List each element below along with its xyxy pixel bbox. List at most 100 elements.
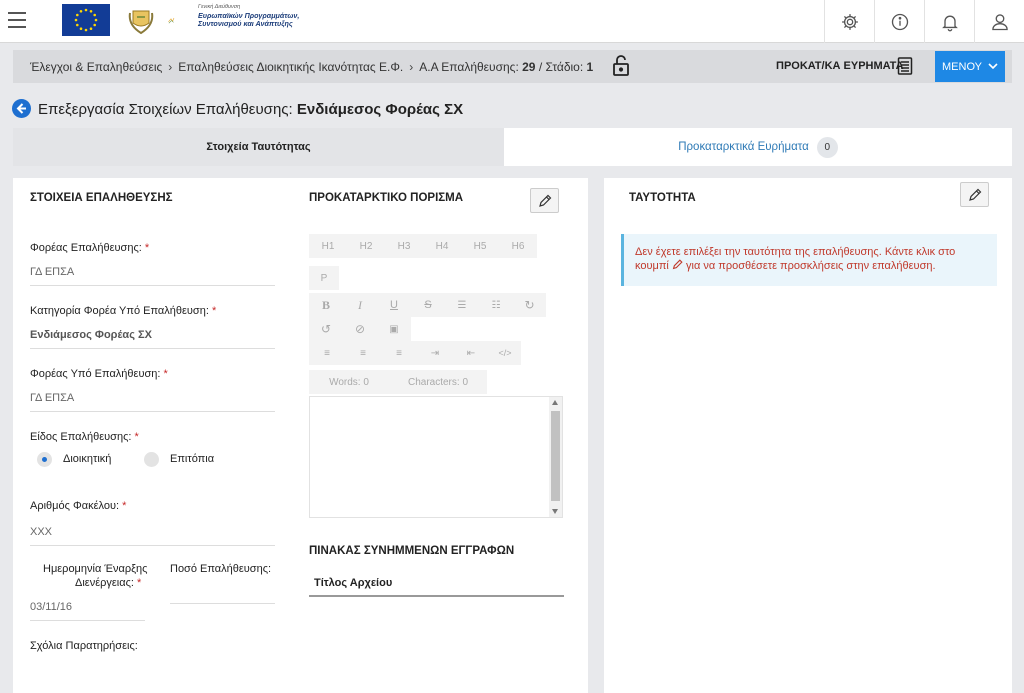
menu-button[interactable]: ΜΕΝΟΥ — [935, 51, 1005, 82]
scroll-up-icon[interactable] — [552, 400, 558, 405]
radio-label-administrative: Διοικητική — [63, 453, 112, 465]
toolbar-h5[interactable]: H5 — [461, 241, 499, 252]
toolbar-counts-row: Words: 0 Characters: 0 — [309, 370, 487, 394]
italic-icon[interactable]: I — [343, 298, 377, 313]
alert-text-end: για να προσθέσετε προσκλήσεις στην επαλή… — [682, 260, 936, 272]
code-view-icon[interactable]: </> — [489, 348, 521, 358]
redo-icon[interactable]: ↻ — [513, 298, 546, 312]
carrier-field[interactable]: ΓΔ ΕΠΣΑ — [30, 266, 275, 286]
underline-icon[interactable]: U — [377, 299, 411, 311]
required-mark: * — [144, 242, 150, 254]
subject-field[interactable]: ΓΔ ΕΠΣΑ — [30, 392, 275, 412]
toolbar-h3[interactable]: H3 — [385, 241, 423, 252]
gd-logo-mark — [168, 17, 175, 24]
numbered-list-icon[interactable]: ☷ — [479, 300, 513, 311]
scroll-down-icon[interactable] — [552, 509, 558, 514]
lock-icon[interactable] — [611, 53, 631, 77]
label-text: Είδος Επαλήθευσης: — [30, 431, 132, 443]
menu-icon[interactable] — [8, 12, 26, 28]
page-title-entity: Ενδιάμεσος Φορέας ΣΧ — [296, 101, 464, 118]
toolbar-h2[interactable]: H2 — [347, 241, 385, 252]
stage-number: 1 — [586, 60, 594, 74]
user-icon[interactable] — [974, 0, 1024, 43]
character-count: Characters: 0 — [407, 376, 469, 388]
tab-label: Προκαταρκτικά Ευρήματα — [678, 141, 809, 153]
start-date-field[interactable]: 03/11/16 — [30, 601, 145, 621]
required-mark: * — [211, 305, 217, 317]
label-text: Φορέας Επαλήθευσης: — [30, 242, 142, 254]
chevron-right-icon: › — [409, 60, 414, 74]
info-icon[interactable] — [874, 0, 924, 43]
tab-identity-details[interactable]: Στοιχεία Ταυτότητας — [13, 128, 504, 166]
breadcrumb-item-checks[interactable]: Έλεγχοι & Επαληθεύσεις — [30, 60, 162, 74]
word-count: Words: 0 — [329, 376, 369, 388]
menu-button-label: ΜΕΝΟΥ — [942, 60, 982, 73]
field-label-file-number: Αριθμός Φακέλου: * — [30, 500, 126, 512]
field-label-start-date-1: Ημερομηνία Έναρξης — [43, 563, 148, 575]
chevron-down-icon — [988, 63, 998, 70]
align-left-icon[interactable]: ≡ — [309, 348, 345, 359]
radio-on-site[interactable] — [144, 452, 159, 467]
label-text: Φορέας Υπό Επαλήθευση: — [30, 368, 161, 380]
amount-field[interactable] — [170, 584, 275, 604]
clear-format-icon[interactable]: ⊘ — [343, 322, 377, 336]
outdent-icon[interactable]: ⇤ — [453, 348, 489, 359]
bell-icon[interactable] — [924, 0, 974, 43]
toolbar-headings-row: H1 H2 H3 H4 H5 H6 — [309, 234, 537, 258]
toolbar-h6[interactable]: H6 — [499, 241, 537, 252]
label-text: Κατηγορία Φορέα Υπό Επαλήθευση: — [30, 305, 209, 317]
breadcrumb-item-verifications[interactable]: Επαληθεύσεις Διοικητικής Ικανότητας Ε.Φ. — [178, 60, 403, 74]
page-title: Επεξεργασία Στοιχείων Επαλήθευσης: Ενδιά… — [38, 101, 463, 118]
file-number-field[interactable]: XXX — [30, 526, 275, 546]
conclusion-editor[interactable] — [309, 396, 563, 518]
field-value: XXX — [30, 526, 53, 538]
conclusion-title: ΠΡΟΚΑΤΑΡΚΤΙΚΟ ΠΟΡΙΣΜΑ — [309, 192, 464, 204]
toolbar-h1[interactable]: H1 — [309, 241, 347, 252]
indent-icon[interactable]: ⇥ — [417, 348, 453, 359]
column-header-file-title[interactable]: Τίτλος Αρχείου — [314, 577, 392, 589]
pencil-icon — [968, 188, 981, 201]
toolbar-h4[interactable]: H4 — [423, 241, 461, 252]
editor-scrollbar[interactable] — [549, 397, 562, 517]
tab-preliminary-findings[interactable]: Προκαταρκτικά Ευρήματα 0 — [504, 128, 1012, 166]
field-label-comments: Σχόλια Παρατηρήσεις: — [30, 640, 138, 652]
radio-administrative[interactable] — [37, 452, 52, 467]
field-value: Ενδιάμεσος Φορέας ΣΧ — [30, 329, 152, 341]
attachments-table-header: Τίτλος Αρχείου — [309, 570, 564, 597]
scroll-thumb[interactable] — [551, 411, 560, 501]
verification-id-label: Α.Α Επαλήθευσης: — [419, 60, 523, 74]
image-icon[interactable]: ▣ — [377, 324, 411, 335]
settings-icon[interactable] — [824, 0, 874, 43]
attachments-title: ΠΙΝΑΚΑΣ ΣΥΝΗΜΜΕΝΩΝ ΕΓΓΡΑΦΩΝ — [309, 545, 515, 557]
field-label-type: Είδος Επαλήθευσης: * — [30, 431, 139, 443]
stage-label: / Στάδιο: — [535, 60, 587, 74]
field-label-category: Κατηγορία Φορέα Υπό Επαλήθευση: * — [30, 305, 216, 317]
undo-icon[interactable]: ↺ — [309, 322, 343, 336]
align-right-icon[interactable]: ≡ — [381, 348, 417, 359]
category-field[interactable]: Ενδιάμεσος Φορέας ΣΧ — [30, 329, 275, 349]
edit-identity-button[interactable] — [960, 182, 989, 207]
verification-id: 29 — [522, 60, 536, 74]
field-value: ΓΔ ΕΠΣΑ — [30, 392, 75, 404]
required-mark: * — [136, 577, 142, 589]
align-center-icon[interactable]: ≡ — [345, 348, 381, 359]
toolbar-paragraph[interactable]: P — [309, 273, 339, 284]
bullet-list-icon[interactable]: ☰ — [445, 300, 479, 311]
identity-alert: Δεν έχετε επιλέξει την ταυτότητα της επα… — [621, 234, 997, 286]
toolbar-misc-row: ↺ ⊘ ▣ — [309, 317, 411, 341]
field-label-start-date-2: Διενέργειας: * — [75, 577, 141, 589]
preliminary-findings-link[interactable]: ΠΡΟΚΑΤ/ΚΑ ΕΥΡΗΜΑΤΑ — [776, 60, 904, 72]
toolbar-align-row: ≡ ≡ ≡ ⇥ ⇤ </> — [309, 341, 521, 365]
edit-conclusion-button[interactable] — [530, 188, 559, 213]
field-label-subject: Φορέας Υπό Επαλήθευση: * — [30, 368, 168, 380]
document-list-icon[interactable] — [897, 57, 913, 75]
strikethrough-icon[interactable]: S — [411, 299, 445, 311]
required-mark: * — [134, 431, 139, 443]
bold-icon[interactable]: B — [309, 298, 343, 313]
back-arrow-icon[interactable] — [12, 99, 31, 118]
field-label-carrier: Φορέας Επαλήθευσης: * — [30, 242, 149, 254]
required-mark: * — [163, 368, 168, 380]
radio-label-on-site: Επιτόπια — [170, 453, 215, 465]
tab-label: Στοιχεία Ταυτότητας — [206, 141, 311, 153]
field-value: ΓΔ ΕΠΣΑ — [30, 266, 75, 278]
